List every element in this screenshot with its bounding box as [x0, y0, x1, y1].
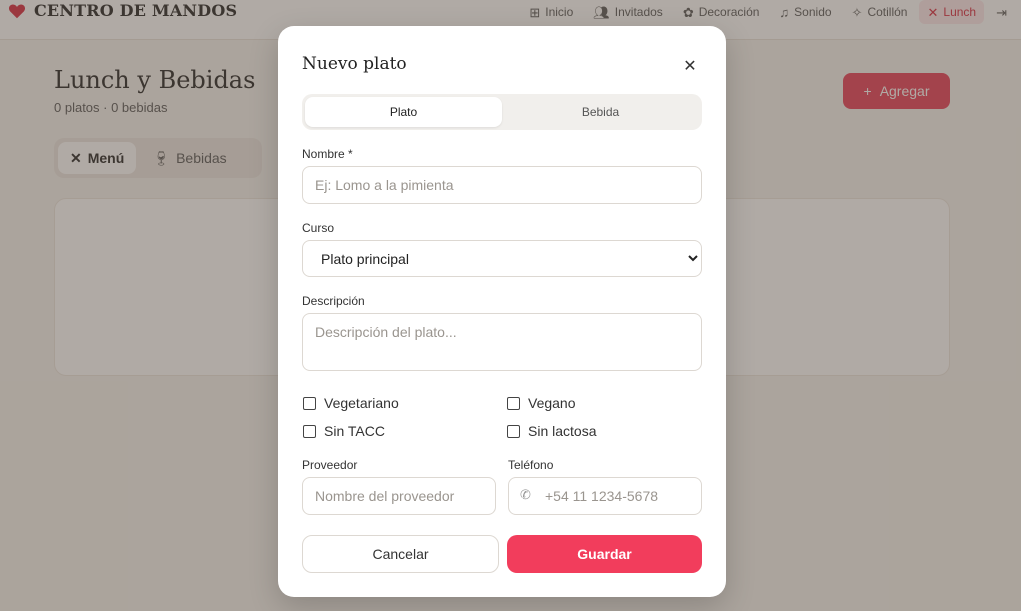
phone-label: Teléfono — [508, 458, 554, 472]
phone-input[interactable] — [508, 477, 702, 515]
close-icon: ✕ — [683, 58, 697, 75]
close-button[interactable]: ✕ — [678, 54, 702, 78]
description-textarea[interactable] — [302, 313, 702, 371]
checkbox-label: Sin lactosa — [528, 423, 597, 439]
checkbox-label: Vegano — [528, 395, 576, 411]
checkbox-label: Vegetariano — [324, 395, 399, 411]
course-select[interactable]: Plato principal — [302, 240, 702, 277]
new-dish-modal: Nuevo plato ✕ Plato Bebida Nombre * Curs… — [278, 26, 726, 597]
save-button[interactable]: Guardar — [507, 535, 702, 573]
description-label: Descripción — [302, 294, 365, 308]
checkbox-vegetariano[interactable]: Vegetariano — [303, 395, 399, 411]
segment-bebida[interactable]: Bebida — [502, 97, 699, 127]
type-segmented-control: Plato Bebida — [302, 94, 702, 130]
checkbox-box[interactable] — [303, 424, 316, 438]
checkbox-box[interactable] — [507, 396, 520, 410]
phone-icon: ✆ — [520, 487, 531, 502]
name-label: Nombre * — [302, 147, 353, 161]
segment-plato[interactable]: Plato — [305, 97, 502, 127]
name-input[interactable] — [302, 166, 702, 204]
checkbox-sin-lactosa[interactable]: Sin lactosa — [507, 423, 596, 439]
modal-title: Nuevo plato — [302, 54, 407, 74]
provider-label: Proveedor — [302, 458, 358, 472]
checkbox-vegano[interactable]: Vegano — [507, 395, 576, 411]
course-label: Curso — [302, 221, 335, 235]
checkbox-label: Sin TACC — [324, 423, 385, 439]
cancel-button[interactable]: Cancelar — [302, 535, 499, 573]
provider-input[interactable] — [302, 477, 496, 515]
checkbox-sin-tacc[interactable]: Sin TACC — [303, 423, 385, 439]
checkbox-box[interactable] — [303, 396, 316, 410]
phone-field: ✆ — [508, 477, 702, 515]
checkbox-box[interactable] — [507, 424, 520, 438]
